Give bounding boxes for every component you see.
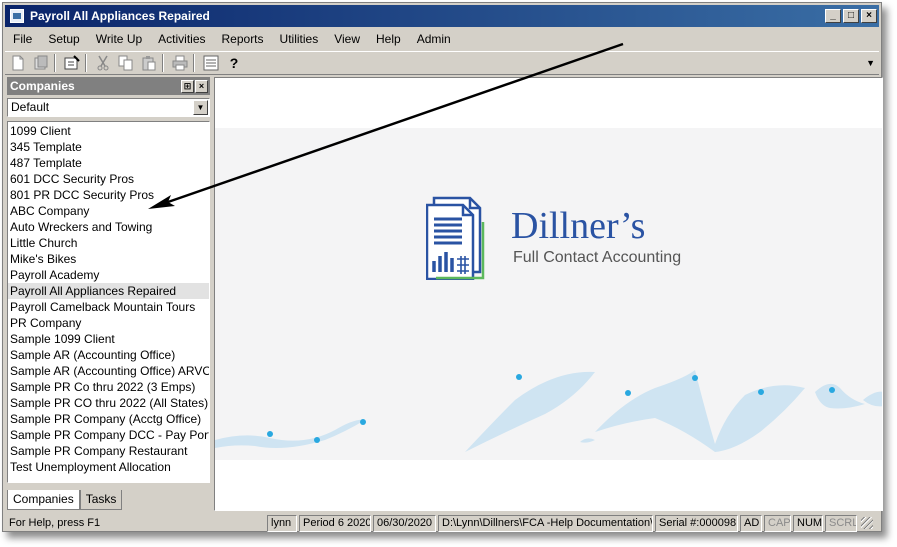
list-item[interactable]: Auto Wreckers and Towing <box>8 219 209 235</box>
status-scroll-lock: SCRL <box>825 514 857 532</box>
menu-reports[interactable]: Reports <box>214 32 272 46</box>
list-item[interactable]: ABC Company <box>8 203 209 219</box>
new-file-icon[interactable] <box>8 53 28 73</box>
menu-utilities[interactable]: Utilities <box>272 32 327 46</box>
list-item[interactable]: 345 Template <box>8 139 209 155</box>
menu-help[interactable]: Help <box>368 32 409 46</box>
status-bar: For Help, press F1 lynn Period 6 2020 06… <box>5 513 879 533</box>
panel-tabs: Companies Tasks <box>7 490 123 510</box>
properties-icon[interactable] <box>62 53 82 73</box>
list-item[interactable]: Sample PR Company (Acctg Office) <box>8 411 209 427</box>
list-item[interactable]: Sample 1099 Client <box>8 331 209 347</box>
title-bar[interactable]: Payroll All Appliances Repaired _ □ × <box>5 5 879 27</box>
panel-close-icon[interactable]: × <box>195 79 208 93</box>
status-period: Period 6 2020 <box>299 514 371 532</box>
wave-decoration <box>215 370 882 452</box>
menu-write-up[interactable]: Write Up <box>88 32 150 46</box>
list-item[interactable]: Sample PR Company DCC - Pay Portals <box>8 427 209 443</box>
pin-icon[interactable]: ⊞ <box>181 79 194 93</box>
status-user: lynn <box>267 514 297 532</box>
minimize-button[interactable]: _ <box>825 9 841 23</box>
status-help-text: For Help, press F1 <box>9 517 101 529</box>
list-icon[interactable] <box>201 53 221 73</box>
list-item[interactable]: Sample PR Company Restaurant <box>8 443 209 459</box>
list-item[interactable]: Payroll Academy <box>8 267 209 283</box>
companies-panel-title: Companies <box>10 79 75 93</box>
list-item[interactable]: Test Unemployment Allocation <box>8 459 209 475</box>
tab-companies[interactable]: Companies <box>7 490 80 510</box>
window-title: Payroll All Appliances Repaired <box>30 9 210 23</box>
chevron-down-icon[interactable]: ▼ <box>193 100 208 115</box>
status-date: 06/30/2020 <box>373 514 436 532</box>
toolbar-overflow-icon[interactable]: ▼ <box>866 58 875 68</box>
list-item[interactable]: 801 PR DCC Security Pros <box>8 187 209 203</box>
brand-name: Dillner’s <box>511 205 646 247</box>
list-item[interactable]: PR Company <box>8 315 209 331</box>
resize-grip[interactable] <box>861 517 873 529</box>
list-item[interactable]: Mike's Bikes <box>8 251 209 267</box>
app-window: Payroll All Appliances Repaired _ □ × Fi… <box>2 2 883 533</box>
app-icon <box>10 9 24 23</box>
companies-panel-header: Companies ⊞ × <box>7 77 210 95</box>
list-item[interactable]: 487 Template <box>8 155 209 171</box>
open-icon[interactable] <box>31 53 51 73</box>
toolbar-separator <box>193 54 195 72</box>
menu-setup[interactable]: Setup <box>40 32 87 46</box>
menu-activities[interactable]: Activities <box>150 32 213 46</box>
status-num-lock: NUM <box>793 514 823 532</box>
list-item[interactable]: 601 DCC Security Pros <box>8 171 209 187</box>
document-logo-icon <box>426 196 485 280</box>
list-item[interactable]: Payroll All Appliances Repaired <box>8 283 209 299</box>
menu-view[interactable]: View <box>326 32 368 46</box>
menu-file[interactable]: File <box>5 32 40 46</box>
list-item[interactable]: Sample PR CO thru 2022 (All States) <box>8 395 209 411</box>
companies-panel: Companies ⊞ × Default ▼ 1099 Client 345 T… <box>7 77 210 511</box>
window-controls: _ □ × <box>825 9 877 23</box>
status-ad: AD <box>740 514 762 532</box>
list-item[interactable]: Little Church <box>8 235 209 251</box>
company-filter-value: Default <box>11 100 50 114</box>
tab-tasks[interactable]: Tasks <box>79 490 123 510</box>
context-help-icon[interactable]: ? <box>224 53 244 73</box>
toolbar-separator <box>162 54 164 72</box>
cut-icon[interactable] <box>93 53 113 73</box>
list-item[interactable]: Payroll Camelback Mountain Tours <box>8 299 209 315</box>
status-caps-lock: CAP <box>764 514 791 532</box>
close-button[interactable]: × <box>861 9 877 23</box>
menu-bar: File Setup Write Up Activities Reports U… <box>5 29 879 49</box>
brand-subtitle: Full Contact Accounting <box>513 249 682 266</box>
list-item[interactable]: 1099 Client <box>8 123 209 139</box>
status-path: D:\Lynn\Dillners\FCA -Help Documentation… <box>438 514 653 532</box>
toolbar-separator <box>54 54 56 72</box>
company-filter-select[interactable]: Default ▼ <box>7 98 210 117</box>
workspace-area: Dillner’s Full Contact Accounting <box>214 77 883 511</box>
maximize-button[interactable]: □ <box>843 9 859 23</box>
copy-icon[interactable] <box>116 53 136 73</box>
print-icon[interactable] <box>170 53 190 73</box>
toolbar-separator <box>85 54 87 72</box>
company-list[interactable]: 1099 Client 345 Template 487 Template 601 D… <box>7 121 210 483</box>
paste-icon[interactable] <box>139 53 159 73</box>
list-item[interactable]: Sample PR Co thru 2022 (3 Emps) <box>8 379 209 395</box>
list-item[interactable]: Sample AR (Accounting Office) ARVO <box>8 363 209 379</box>
toolbar: ? ▼ <box>5 51 879 75</box>
splash-banner: Dillner’s Full Contact Accounting <box>215 128 882 460</box>
list-item[interactable]: Sample AR (Accounting Office) <box>8 347 209 363</box>
status-serial: Serial #:000098 <box>655 514 738 532</box>
menu-admin[interactable]: Admin <box>409 32 459 46</box>
